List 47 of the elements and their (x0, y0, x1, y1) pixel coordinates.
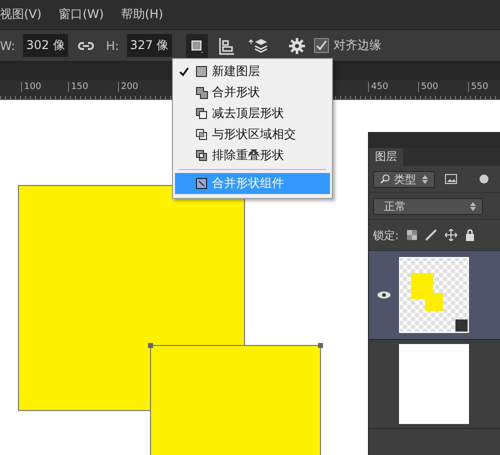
menu-option[interactable]: 排除重叠形状 (175, 145, 330, 166)
menu-item[interactable]: 视图(V) (0, 6, 42, 23)
menu-item[interactable]: 窗口(W) (58, 6, 104, 23)
ruler-label: 550 (468, 82, 488, 92)
layer-row[interactable] (369, 251, 500, 340)
circle-icon[interactable] (479, 174, 489, 184)
checkerboard-icon[interactable] (406, 230, 417, 240)
ruler-label: 500 (418, 82, 438, 92)
eye-icon[interactable] (377, 291, 391, 299)
overlapping-squares-icon (195, 107, 208, 120)
align-edges-label: 对齐边缘 (334, 37, 382, 54)
height-label: H: (106, 38, 120, 52)
move-icon[interactable] (444, 229, 457, 241)
filter-dropdown[interactable]: 类型 (373, 170, 435, 188)
align-icon[interactable] (218, 36, 236, 54)
search-icon (380, 174, 390, 184)
stepper-arrows-icon (422, 174, 428, 184)
overlapping-squares-icon (195, 149, 208, 162)
ruler-label: 100 (21, 82, 42, 92)
ruler-label: 450 (368, 82, 388, 92)
width-label: W: (0, 38, 16, 52)
brush-icon[interactable] (424, 229, 437, 241)
ruler-label: 200 (118, 82, 138, 92)
link-icon[interactable] (78, 40, 94, 50)
menu-option[interactable]: 与形状区域相交 (175, 124, 330, 145)
ruler-label: 150 (68, 82, 88, 92)
align-edges-checkbox[interactable] (314, 38, 329, 53)
settings-icon[interactable] (288, 36, 306, 54)
checkmark-icon (179, 66, 189, 76)
square-icon (190, 38, 204, 52)
blend-mode-dropdown[interactable]: 正常 (373, 198, 483, 214)
menu-item[interactable]: 帮助(H) (120, 6, 164, 23)
overlapping-squares-icon (195, 128, 208, 141)
arrange-layers-icon[interactable] (248, 36, 268, 54)
square-icon (195, 65, 208, 78)
width-field[interactable]: 302 像 (23, 34, 68, 57)
height-field[interactable]: 327 像 (127, 34, 172, 57)
square-icon (195, 177, 208, 190)
path-operations-button[interactable] (186, 34, 208, 58)
image-icon[interactable] (445, 174, 457, 184)
panel-tab[interactable]: 图层 (369, 148, 403, 166)
stepper-arrows-icon (470, 202, 476, 210)
menu-option[interactable]: 减去顶层形状 (175, 103, 330, 124)
merged-squares-icon (195, 86, 208, 99)
menu-option[interactable]: 合并形状 (175, 82, 330, 103)
lock-label: 锁定: (373, 228, 399, 242)
lock-icon[interactable] (464, 229, 475, 241)
